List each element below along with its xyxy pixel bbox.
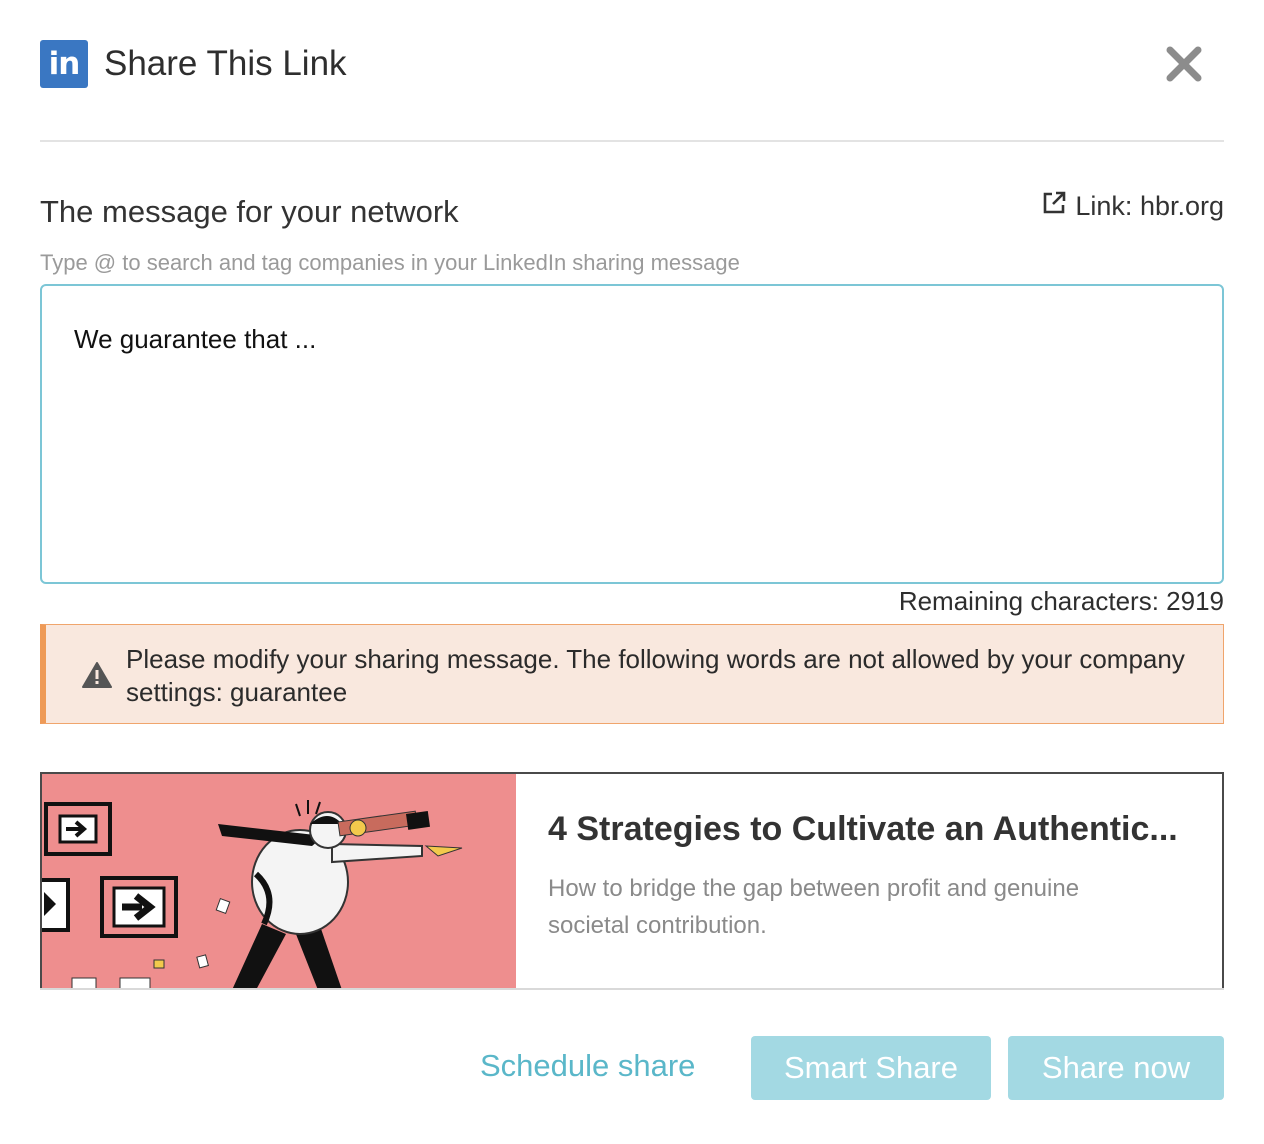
smart-share-button[interactable]: Smart Share (751, 1036, 991, 1100)
preview-image (42, 774, 516, 990)
link-label: Link: hbr.org (1075, 191, 1224, 221)
external-link-icon (1041, 190, 1067, 223)
header-divider (40, 140, 1224, 142)
message-input[interactable]: We guarantee that ... (40, 284, 1224, 584)
link-hbr[interactable]: Link: hbr.org (1041, 190, 1224, 223)
message-hint: Type @ to search and tag companies in yo… (40, 250, 740, 275)
dialog-title: Share This Link (104, 44, 347, 83)
warning-icon (82, 661, 112, 694)
remaining-characters: Remaining characters: 2919 (898, 586, 1224, 616)
link-preview-card[interactable]: 4 Strategies to Cultivate an Authentic..… (40, 772, 1224, 990)
preview-title: 4 Strategies to Cultivate an Authentic..… (548, 810, 1178, 848)
linkedin-logo-text: in (48, 46, 81, 82)
preview-divider (40, 988, 1224, 990)
warning-text: Please modify your sharing message. The … (126, 644, 1185, 707)
share-now-button[interactable]: Share now (1008, 1036, 1224, 1100)
preview-description: How to bridge the gap between profit and… (548, 875, 1080, 939)
schedule-share-link[interactable]: Schedule share (480, 1048, 695, 1084)
message-label: The message for your network (40, 194, 459, 229)
close-icon[interactable] (1164, 44, 1204, 84)
linkedin-logo-icon: in (40, 40, 88, 88)
warning-alert: Please modify your sharing message. The … (40, 624, 1224, 724)
